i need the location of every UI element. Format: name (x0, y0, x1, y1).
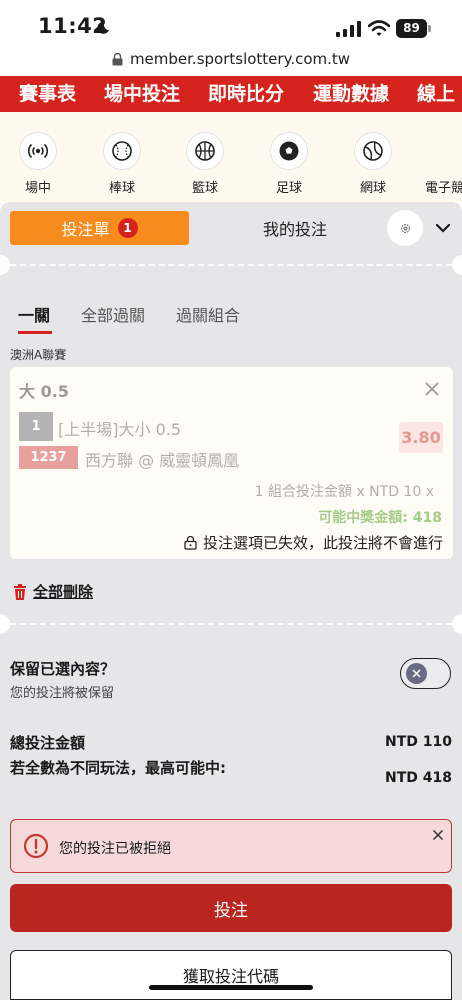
perforation-divider (0, 623, 462, 625)
baseball-icon (103, 132, 141, 170)
invalid-selection-notice: 投注選項已失效，此投注將不會進行 (184, 532, 443, 553)
lock-icon (184, 535, 197, 550)
nav-item-live-scores[interactable]: 即時比分 (208, 79, 284, 106)
nav-item-sports-data[interactable]: 運動數據 (313, 79, 389, 106)
match-name: 西方聯 @ 威靈頓鳳凰 (85, 451, 240, 470)
get-bet-code-button[interactable]: 獲取投注代碼 (10, 950, 452, 1000)
sport-item-basketball[interactable]: 籃球 (170, 132, 240, 196)
nav-item-schedule[interactable]: 賽事表 (19, 79, 76, 106)
nav-item-live-betting[interactable]: 場中投注 (104, 79, 180, 106)
tab-parlay-combo[interactable]: 過關組合 (176, 302, 240, 326)
selection-title: 大 0.5 (19, 382, 69, 401)
trash-icon (14, 583, 26, 600)
status-bar: 11:42 89 (0, 0, 462, 46)
gear-icon (400, 223, 410, 233)
address-bar[interactable]: member.sportslottery.com.tw (0, 46, 462, 76)
url-text: member.sportslottery.com.tw (129, 50, 351, 68)
bet-type-tabs: 一關 全部過關 過關組合 (0, 302, 462, 334)
top-navigation: 賽事表 場中投注 即時比分 運動數據 線上 (0, 76, 462, 112)
battery-icon: 89 (396, 19, 432, 38)
alert-circle-icon (23, 833, 49, 859)
wifi-icon (368, 20, 390, 36)
keep-selections-toggle[interactable] (400, 658, 451, 689)
lock-icon (112, 52, 123, 65)
basketball-icon (186, 132, 224, 170)
chevron-down-icon[interactable] (434, 221, 452, 235)
close-icon[interactable] (432, 829, 444, 841)
match-number: 1237 (19, 446, 78, 469)
bet-count-badge: 1 (117, 218, 138, 238)
moon-icon (97, 21, 109, 34)
sport-item-live[interactable]: 場中 (3, 132, 73, 196)
odds-value: 3.80 (399, 422, 443, 453)
close-icon[interactable] (424, 381, 440, 397)
keep-selections-subtitle: 您的投注將被保留 (10, 686, 115, 701)
tennis-ball-icon (354, 132, 392, 170)
active-tab-indicator (18, 331, 52, 334)
perforation-divider (0, 264, 462, 266)
sport-item-esports[interactable]: 電子競 (422, 132, 462, 196)
tab-bet-slip[interactable]: 投注單 1 (10, 211, 189, 245)
total-stake-value: NTD 110 (385, 734, 452, 750)
max-payout-label: 若全數為不同玩法，最高可能中: (10, 759, 227, 777)
bet-selection-card: 大 0.5 1 [上半場]大小 0.5 3.80 1237 西方聯 @ 威靈頓鳳… (10, 367, 453, 559)
tab-bet-slip-label: 投注單 (61, 220, 110, 239)
soccer-ball-icon (270, 132, 308, 170)
stake-summary: 1 組合投注金額 x NTD 10 x (254, 484, 434, 500)
toggle-off-icon (406, 663, 427, 684)
home-indicator[interactable] (149, 985, 313, 990)
delete-all-button[interactable]: 全部刪除 (13, 581, 93, 602)
alert-message: 您的投注已被拒絕 (59, 841, 171, 857)
tab-my-bets[interactable]: 我的投注 (200, 211, 390, 245)
nav-item-online[interactable]: 線上 (417, 79, 455, 106)
place-bet-button[interactable]: 投注 (10, 884, 452, 932)
max-payout-value: NTD 418 (385, 770, 452, 786)
sports-selector: 場中 棒球 籃球 足球 網球 電子競 (0, 112, 462, 202)
sport-item-soccer[interactable]: 足球 (254, 132, 324, 196)
league-name: 澳洲A聯賽 (10, 348, 67, 362)
settings-button[interactable] (387, 210, 423, 246)
tab-single[interactable]: 一關 (18, 302, 50, 326)
bet-rejected-alert: 您的投注已被拒絕 (10, 819, 452, 873)
live-broadcast-icon (19, 132, 57, 170)
bet-slip-panel: 投注單 1 我的投注 一關 全部過關 過關組合 澳洲A聯賽 大 0.5 1 [上… (0, 202, 462, 1000)
market-name: [上半場]大小 0.5 (58, 420, 182, 439)
selection-number: 1 (19, 412, 53, 441)
sport-item-tennis[interactable]: 網球 (338, 132, 408, 196)
cellular-signal-icon (336, 21, 361, 37)
total-stake-label: 總投注金額 (10, 734, 86, 752)
keep-selections-title: 保留已選內容？ (10, 660, 116, 678)
tab-all-parlay[interactable]: 全部過關 (81, 302, 145, 326)
potential-payout: 可能中獎金額: 418 (318, 510, 442, 526)
sport-item-baseball[interactable]: 棒球 (87, 132, 157, 196)
battery-level: 89 (396, 19, 427, 38)
